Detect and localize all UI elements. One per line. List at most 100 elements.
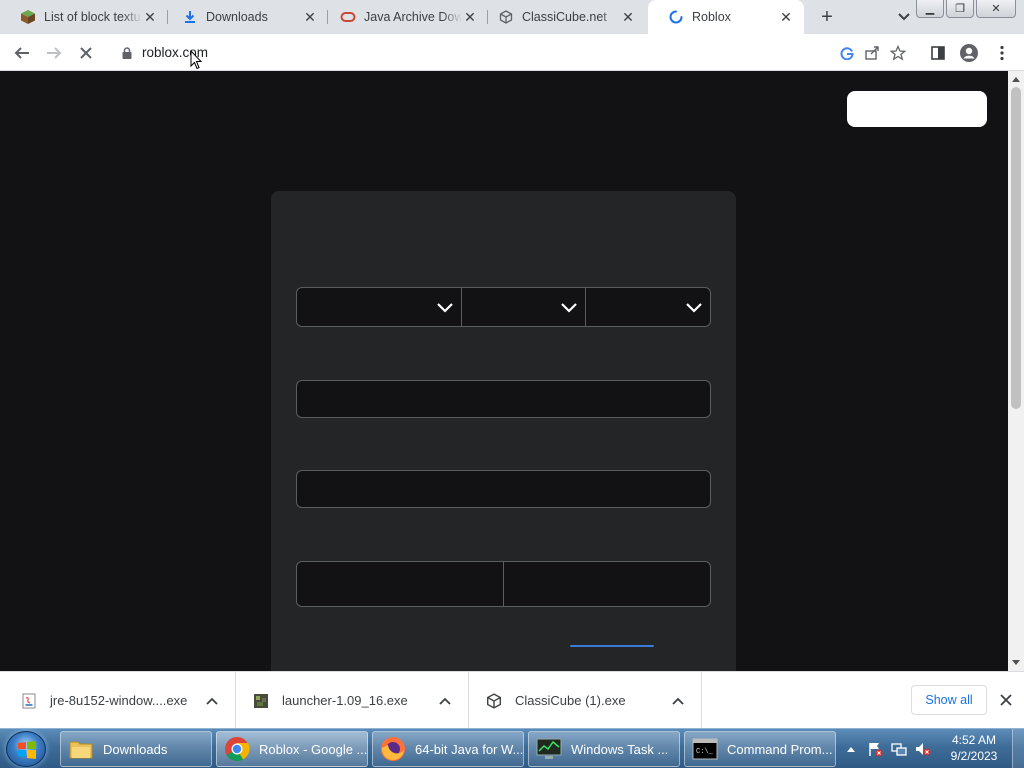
cmd-icon: C:\_ xyxy=(691,735,719,763)
chevron-down-icon xyxy=(437,303,453,313)
clock-date: 9/2/2023 xyxy=(950,749,998,763)
password-field[interactable] xyxy=(296,470,711,508)
taskbar-item-chrome[interactable]: Roblox - Google ... xyxy=(216,731,368,767)
network-icon[interactable] xyxy=(890,740,908,758)
tab-title: List of block textu xyxy=(44,10,141,24)
chevron-up-icon[interactable] xyxy=(201,690,223,712)
tab-block-textures[interactable]: List of block textu ✕ xyxy=(0,0,168,34)
download-item[interactable]: jre-8u152-window....exe xyxy=(0,672,236,729)
folder-icon xyxy=(67,735,95,763)
terms-link-underline[interactable] xyxy=(570,645,654,647)
back-button[interactable] xyxy=(9,40,35,66)
show-desktop-button[interactable] xyxy=(1012,729,1024,768)
tab-search-chevron-icon[interactable] xyxy=(894,8,914,26)
new-tab-button[interactable]: + xyxy=(816,6,838,28)
show-hidden-icons-icon[interactable] xyxy=(842,740,860,758)
download-item[interactable]: ClassiCube (1).exe xyxy=(469,672,702,729)
side-panel-icon xyxy=(931,46,945,60)
address-bar[interactable]: roblox.com xyxy=(110,38,914,67)
scrollbar-thumb[interactable] xyxy=(1011,87,1021,409)
close-icon[interactable] xyxy=(997,691,1015,709)
download-filename: jre-8u152-window....exe xyxy=(50,693,188,708)
tab-title: Roblox xyxy=(692,10,731,24)
close-icon[interactable]: ✕ xyxy=(778,9,794,25)
chevron-up-icon[interactable] xyxy=(667,690,689,712)
profile-button[interactable] xyxy=(956,40,982,66)
google-lens-icon[interactable] xyxy=(840,46,854,60)
system-clock[interactable]: 4:52 AM 9/2/2023 xyxy=(944,732,1004,764)
taskbar-item-label: Downloads xyxy=(103,741,168,757)
tab-strip: List of block textu ✕ Downloads ✕ Java A… xyxy=(0,0,1024,34)
bookmark-star-icon[interactable] xyxy=(890,44,906,61)
taskbar-item-command-prompt[interactable]: C:\_ Command Prom... xyxy=(684,731,836,767)
close-icon[interactable]: ✕ xyxy=(142,9,158,25)
side-panel-button[interactable] xyxy=(925,40,951,66)
oracle-icon xyxy=(340,9,356,25)
tab-title: Downloads xyxy=(206,10,268,24)
scroll-up-arrow-icon[interactable] xyxy=(1012,77,1020,82)
action-center-flag-icon[interactable] xyxy=(866,740,884,758)
lock-icon[interactable] xyxy=(120,46,134,60)
taskbar-item-downloads[interactable]: Downloads xyxy=(60,731,212,767)
header-login-button[interactable] xyxy=(847,91,987,127)
minecraft-block-icon xyxy=(20,9,36,25)
chevron-up-icon[interactable] xyxy=(434,690,456,712)
birthday-selects xyxy=(296,287,711,327)
share-icon[interactable] xyxy=(864,45,880,61)
download-filename: launcher-1.09_16.exe xyxy=(282,693,408,708)
birthday-year-select[interactable] xyxy=(586,288,710,326)
stop-loading-button[interactable] xyxy=(73,40,99,66)
avatar-icon xyxy=(960,44,978,62)
download-icon xyxy=(182,9,198,25)
forward-arrow-icon xyxy=(47,47,62,59)
svg-text:C:\_: C:\_ xyxy=(696,748,714,756)
mouse-cursor-icon xyxy=(190,50,202,70)
close-icon[interactable]: ✕ xyxy=(620,9,636,25)
scroll-down-arrow-icon[interactable] xyxy=(1012,660,1020,665)
taskbar-item-label: Command Prom... xyxy=(727,741,833,757)
download-filename: ClassiCube (1).exe xyxy=(515,693,626,708)
tab-title: Java Archive Down xyxy=(364,10,462,24)
start-button[interactable] xyxy=(6,731,46,767)
tab-title: ClassiCube.net xyxy=(522,10,607,24)
close-window-button[interactable]: ✕ xyxy=(976,0,1016,18)
close-icon[interactable]: ✕ xyxy=(302,9,318,25)
restore-button[interactable]: ❐ xyxy=(946,0,974,18)
birthday-month-select[interactable] xyxy=(297,288,462,326)
gender-option-male[interactable] xyxy=(504,562,710,606)
signup-card xyxy=(271,191,736,671)
omnibox-actions xyxy=(840,38,914,67)
classicube-icon xyxy=(498,9,514,25)
windows-logo-icon xyxy=(18,741,36,759)
classicube-icon xyxy=(485,692,503,710)
clock-time: 4:52 AM xyxy=(951,733,997,747)
download-item[interactable]: launcher-1.09_16.exe xyxy=(236,672,469,729)
menu-button[interactable] xyxy=(989,40,1015,66)
taskbar-item-firefox[interactable]: 64-bit Java for W... xyxy=(372,731,524,767)
minecraft-launcher-icon xyxy=(252,692,270,710)
chrome-icon xyxy=(223,735,251,763)
chevron-down-icon xyxy=(561,303,577,313)
minimize-button[interactable]: ▁ xyxy=(916,0,944,18)
taskbar-item-label: 64-bit Java for W... xyxy=(415,741,524,757)
birthday-day-select[interactable] xyxy=(462,288,586,326)
tab-downloads[interactable]: Downloads ✕ xyxy=(162,0,328,34)
gender-option-female[interactable] xyxy=(297,562,504,606)
taskbar-item-task-manager[interactable]: Windows Task ... xyxy=(528,731,680,767)
window-controls: ▁ ❐ ✕ xyxy=(916,0,1016,18)
tab-roblox[interactable]: Roblox ✕ xyxy=(648,0,804,34)
show-all-button[interactable]: Show all xyxy=(911,685,987,715)
volume-muted-icon[interactable] xyxy=(914,740,932,758)
close-icon[interactable]: ✕ xyxy=(462,9,478,25)
firefox-icon xyxy=(379,735,407,763)
task-manager-icon xyxy=(535,735,563,763)
username-field[interactable] xyxy=(296,380,711,418)
forward-button[interactable] xyxy=(41,40,67,66)
tab-java-archive[interactable]: Java Archive Down ✕ xyxy=(320,0,488,34)
taskbar-item-label: Windows Task ... xyxy=(571,741,669,757)
chevron-down-icon xyxy=(686,303,702,313)
taskbar-item-label: Roblox - Google ... xyxy=(259,741,368,757)
kebab-menu-icon xyxy=(1000,45,1004,61)
tab-classicube[interactable]: ClassiCube.net ✕ xyxy=(478,0,646,34)
page-scrollbar[interactable] xyxy=(1008,71,1024,671)
